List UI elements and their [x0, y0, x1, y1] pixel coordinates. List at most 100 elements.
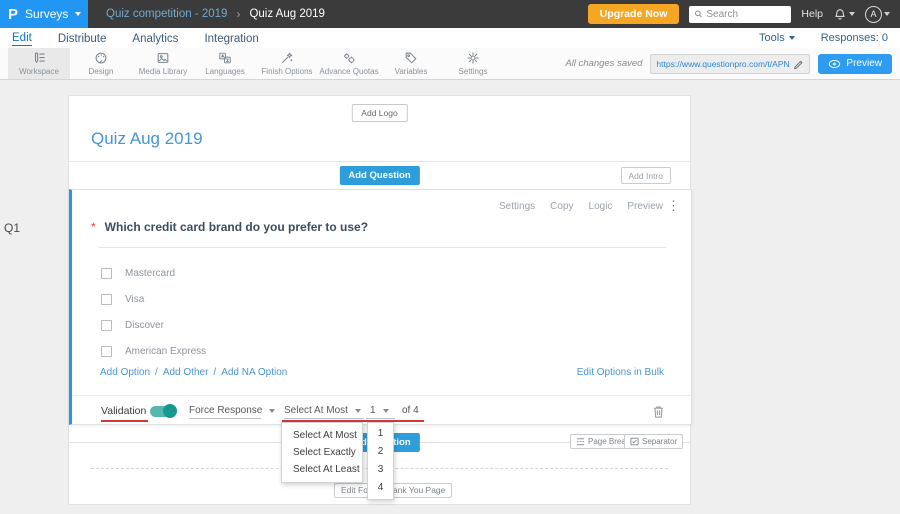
link-separator: / — [155, 367, 158, 378]
question-preview-link[interactable]: Preview — [627, 201, 663, 212]
question-card: Settings Copy Logic Preview ⋮ * Which cr… — [69, 189, 692, 425]
bell-icon — [835, 8, 845, 20]
checkbox[interactable] — [101, 346, 112, 357]
question-text[interactable]: Which credit card brand do you prefer to… — [105, 220, 368, 234]
question-logic-link[interactable]: Logic — [589, 201, 613, 212]
survey-editor-canvas: Q1 Add Logo Quiz Aug 2019 Add Question A… — [0, 80, 900, 514]
required-asterisk: * — [91, 220, 96, 234]
link-separator: / — [213, 367, 217, 378]
tab-edit[interactable]: Edit — [12, 30, 32, 46]
breadcrumb: Quiz competition - 2019 › Quiz Aug 2019 — [106, 7, 325, 21]
design-icon — [95, 52, 107, 64]
toolbar-item-label: Workspace — [19, 67, 59, 76]
toolbar-item-label: Media Library — [138, 67, 188, 76]
count-dropdown[interactable]: 1 — [370, 405, 389, 416]
brand-surveys-menu[interactable]: P Surveys — [0, 0, 88, 28]
notifications-menu[interactable] — [833, 7, 855, 22]
dropdown-underline — [189, 418, 261, 419]
toolbar-item-workspace[interactable]: Workspace — [8, 48, 70, 79]
select-rule-menu: Select At Most Select Exactly Select At … — [281, 422, 363, 483]
menu-item-select-exactly[interactable]: Select Exactly — [282, 444, 362, 461]
topbar-right: Upgrade Now Help A — [587, 4, 900, 24]
option-label[interactable]: American Express — [125, 346, 206, 357]
validation-toggle[interactable] — [150, 404, 177, 418]
toolbar-item-advance-quotas[interactable]: Advance Quotas — [318, 48, 380, 79]
chevron-down-icon — [75, 12, 82, 16]
search-box[interactable] — [689, 5, 792, 23]
add-other-link[interactable]: Add Other — [163, 367, 209, 378]
question-settings-link[interactable]: Settings — [499, 201, 535, 212]
toolbar-right: All changes saved Preview — [565, 48, 892, 79]
menu-item-count-1[interactable]: 1 — [368, 425, 393, 443]
finish-options-icon — [281, 52, 293, 64]
question-number-label: Q1 — [4, 221, 21, 235]
help-link[interactable]: Help — [801, 8, 823, 20]
validation-label: Validation — [101, 405, 147, 417]
toolbar-item-languages[interactable]: Languages — [194, 48, 256, 79]
tab-distribute[interactable]: Distribute — [58, 31, 107, 46]
question-input-underline — [99, 247, 666, 248]
breadcrumb-parent[interactable]: Quiz competition - 2019 — [106, 8, 227, 20]
delete-question-button[interactable] — [652, 404, 665, 419]
preview-button[interactable]: Preview — [818, 53, 892, 74]
checkbox[interactable] — [101, 320, 112, 331]
survey-url-box[interactable] — [650, 53, 811, 74]
menu-item-count-2[interactable]: 2 — [368, 443, 393, 461]
survey-url-input[interactable] — [656, 58, 790, 69]
tools-menu[interactable]: Tools — [759, 32, 795, 44]
select-rule-dropdown[interactable]: Select At Most — [284, 405, 361, 416]
menu-item-count-4[interactable]: 4 — [368, 479, 393, 497]
separator-button[interactable]: Separator — [624, 434, 684, 449]
dropdown-underline — [284, 418, 364, 419]
add-logo-button[interactable]: Add Logo — [351, 104, 408, 122]
checkbox[interactable] — [101, 268, 112, 279]
question-text-row: * Which credit card brand do you prefer … — [91, 220, 368, 234]
edit-options-in-bulk-link[interactable]: Edit Options in Bulk — [577, 367, 664, 378]
survey-page: Add Logo Quiz Aug 2019 Add Question Add … — [68, 95, 692, 505]
divider — [72, 395, 691, 396]
question-copy-link[interactable]: Copy — [550, 201, 573, 212]
chevron-down-icon — [849, 12, 855, 16]
tab-integration[interactable]: Integration — [204, 31, 258, 46]
menu-item-select-at-most[interactable]: Select At Most — [282, 427, 362, 444]
upgrade-now-button[interactable]: Upgrade Now — [587, 4, 680, 24]
preview-label: Preview — [846, 58, 882, 69]
add-question-button[interactable]: Add Question — [339, 166, 420, 185]
search-input[interactable] — [706, 8, 787, 20]
pencil-icon[interactable] — [793, 58, 804, 69]
toolbar-item-media-library[interactable]: Media Library — [132, 48, 194, 79]
responses-count[interactable]: Responses: 0 — [821, 32, 888, 44]
toolbar-item-settings[interactable]: Settings — [442, 48, 504, 79]
answer-option-row: Visa — [101, 293, 144, 306]
page-break-icon — [576, 438, 585, 446]
add-option-links: Add Option / Add Other / Add NA Option — [100, 367, 287, 378]
menu-item-count-3[interactable]: 3 — [368, 461, 393, 479]
search-icon — [695, 10, 703, 18]
menu-item-select-at-least[interactable]: Select At Least — [282, 461, 362, 478]
account-menu[interactable]: A — [865, 5, 890, 23]
survey-title[interactable]: Quiz Aug 2019 — [91, 129, 203, 149]
questionpro-logo-icon: P — [8, 5, 19, 23]
chevron-down-icon — [269, 408, 276, 413]
eye-icon — [829, 59, 841, 68]
option-label[interactable]: Mastercard — [125, 268, 175, 279]
add-na-option-link[interactable]: Add NA Option — [221, 367, 287, 378]
option-label[interactable]: Visa — [125, 294, 144, 305]
add-intro-button[interactable]: Add Intro — [620, 167, 671, 184]
dropdown-underline — [366, 418, 395, 419]
force-response-dropdown[interactable]: Force Response — [189, 405, 276, 416]
toolbar-item-design[interactable]: Design — [70, 48, 132, 79]
more-options-icon[interactable]: ⋮ — [667, 198, 680, 214]
chevron-down-icon — [354, 408, 361, 413]
chevron-down-icon — [884, 12, 890, 16]
count-value: 1 — [370, 405, 376, 416]
count-menu: 1 2 3 4 — [367, 422, 394, 500]
checkbox[interactable] — [101, 294, 112, 305]
toolbar-item-variables[interactable]: Variables — [380, 48, 442, 79]
option-label[interactable]: Discover — [125, 320, 164, 331]
variables-icon — [405, 52, 417, 64]
tab-analytics[interactable]: Analytics — [132, 31, 178, 46]
add-option-link[interactable]: Add Option — [100, 367, 150, 378]
toolbar-item-finish-options[interactable]: Finish Options — [256, 48, 318, 79]
toolbar-item-label: Advance Quotas — [319, 67, 379, 76]
